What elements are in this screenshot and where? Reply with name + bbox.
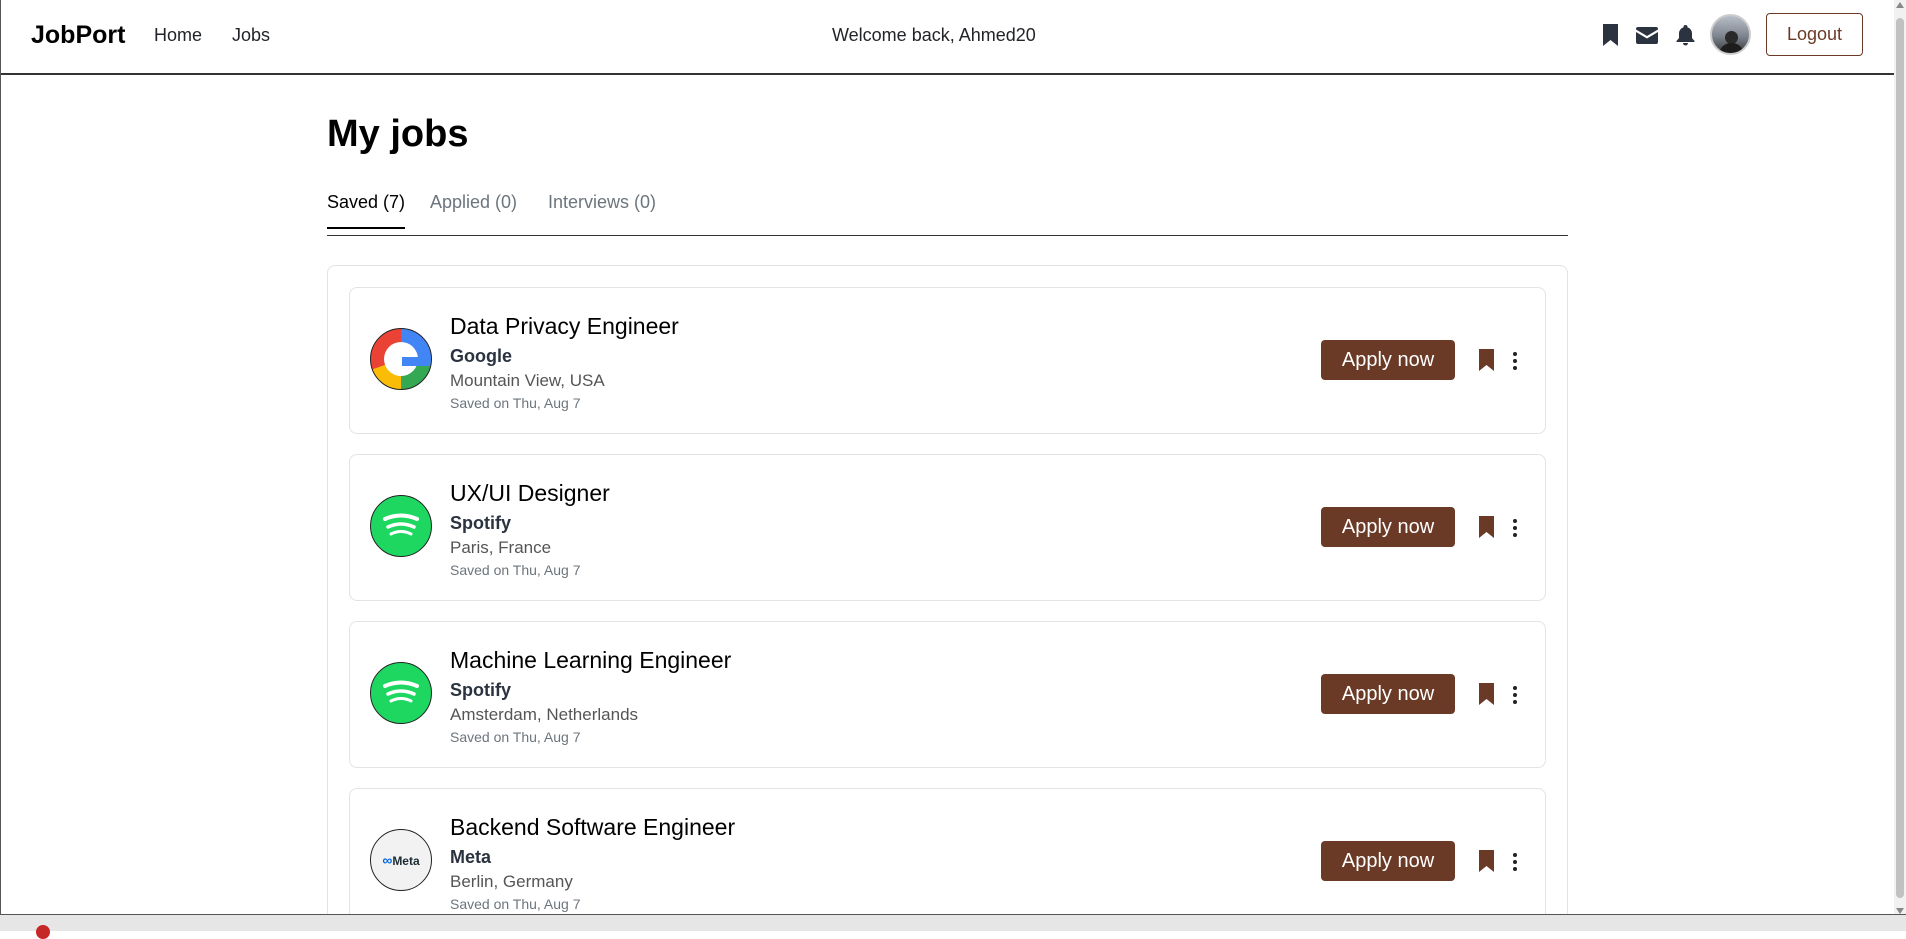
spotify-logo: [370, 662, 432, 724]
mail-icon[interactable]: [1635, 23, 1659, 47]
job-company: Google: [450, 346, 512, 366]
job-title[interactable]: Backend Software Engineer: [450, 814, 735, 841]
job-location: Paris, France: [450, 538, 552, 557]
job-card[interactable]: ∞Meta Backend Software Engineer Meta Ber…: [349, 788, 1546, 914]
browser-viewport: JobPort Home Jobs Welcome back, Ahmed20 …: [0, 0, 1894, 914]
job-card[interactable]: Data Privacy Engineer Google Mountain Vi…: [349, 287, 1546, 434]
bookmark-icon[interactable]: [1475, 347, 1497, 373]
scroll-up-arrow-icon[interactable]: [1896, 2, 1904, 8]
nav-jobs-link[interactable]: Jobs: [232, 25, 270, 46]
bell-icon[interactable]: [1673, 23, 1697, 47]
welcome-message: Welcome back, Ahmed20: [832, 25, 1036, 45]
job-saved-date: Saved on Thu, Aug 7: [450, 395, 581, 411]
tab-saved[interactable]: Saved (7): [327, 192, 406, 229]
job-card[interactable]: UX/UI Designer Spotify Paris, France Sav…: [349, 454, 1546, 601]
tab-applied[interactable]: Applied (0): [430, 192, 517, 227]
apply-now-button[interactable]: Apply now: [1321, 340, 1455, 380]
job-title[interactable]: Data Privacy Engineer: [450, 313, 679, 340]
more-options-icon[interactable]: [1506, 849, 1524, 875]
job-location: Mountain View, USA: [450, 371, 605, 390]
logout-button[interactable]: Logout: [1766, 13, 1863, 56]
google-logo: [370, 328, 432, 390]
bookmark-icon[interactable]: [1475, 514, 1497, 540]
tab-interviews[interactable]: Interviews (0): [548, 192, 656, 227]
apply-now-button[interactable]: Apply now: [1321, 841, 1455, 881]
job-title[interactable]: UX/UI Designer: [450, 480, 610, 507]
nav-home-link[interactable]: Home: [154, 25, 202, 46]
job-title[interactable]: Machine Learning Engineer: [450, 647, 731, 674]
bookmark-icon[interactable]: [1475, 681, 1497, 707]
more-options-icon[interactable]: [1506, 515, 1524, 541]
bottom-bar: [0, 914, 1906, 939]
more-options-icon[interactable]: [1506, 682, 1524, 708]
bookmark-icon[interactable]: [1475, 848, 1497, 874]
meta-logo-text: ∞Meta: [382, 852, 420, 868]
job-location: Amsterdam, Netherlands: [450, 705, 639, 724]
brand-logo[interactable]: JobPort: [31, 21, 125, 50]
job-card[interactable]: Machine Learning Engineer Spotify Amster…: [349, 621, 1546, 768]
job-company: Meta: [450, 847, 492, 867]
avatar-body-shape: [1719, 43, 1744, 53]
vertical-scrollbar[interactable]: [1894, 0, 1906, 920]
apply-now-button[interactable]: Apply now: [1321, 507, 1455, 547]
job-company: Spotify: [450, 680, 511, 700]
top-navbar: JobPort Home Jobs Welcome back, Ahmed20 …: [1, 0, 1894, 75]
saved-jobs-list: Data Privacy Engineer Google Mountain Vi…: [327, 265, 1568, 914]
page-title: My jobs: [327, 113, 469, 155]
job-company: Spotify: [450, 513, 511, 533]
status-dot-icon: [36, 925, 50, 939]
meta-logo: ∞Meta: [370, 829, 432, 891]
user-avatar[interactable]: [1710, 14, 1751, 55]
more-options-icon[interactable]: [1506, 348, 1524, 374]
scroll-thumb[interactable]: [1896, 18, 1904, 898]
job-saved-date: Saved on Thu, Aug 7: [450, 562, 581, 578]
apply-now-button[interactable]: Apply now: [1321, 674, 1455, 714]
spotify-logo: [370, 495, 432, 557]
bookmark-icon[interactable]: [1598, 23, 1622, 47]
job-location: Berlin, Germany: [450, 872, 573, 891]
job-saved-date: Saved on Thu, Aug 7: [450, 896, 581, 912]
job-saved-date: Saved on Thu, Aug 7: [450, 729, 581, 745]
job-tabs: Saved (7) Applied (0) Interviews (0): [327, 187, 1568, 236]
